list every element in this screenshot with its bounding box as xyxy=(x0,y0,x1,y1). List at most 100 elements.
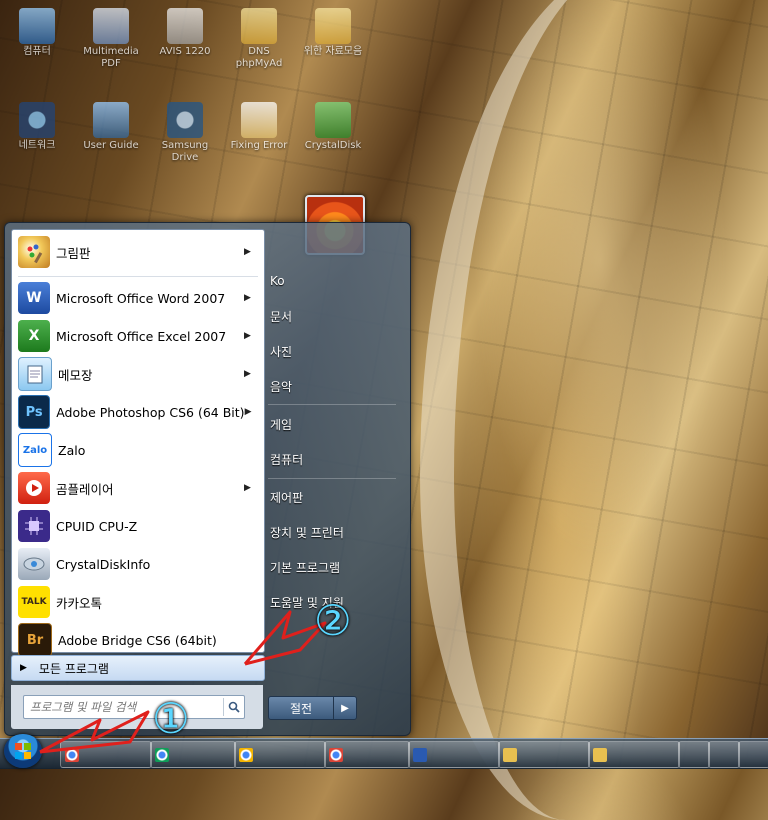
desktop-icon-avis[interactable]: AVIS 1220 xyxy=(150,8,220,58)
right-item-control-panel[interactable]: 제어판 xyxy=(266,482,405,512)
all-programs-label: 모든 프로그램 xyxy=(38,661,109,676)
folder-icon xyxy=(315,8,351,44)
program-label: 메모장 xyxy=(58,367,93,383)
program-label: CrystalDiskInfo xyxy=(56,556,151,572)
folder-icon xyxy=(503,747,517,762)
search-input[interactable] xyxy=(24,699,223,715)
desktop-icon-network[interactable]: 네트워크 xyxy=(2,102,72,152)
chrome-icon xyxy=(239,747,253,762)
desktop-icon-crystaldisk[interactable]: CrystalDisk xyxy=(298,102,368,152)
right-item-music[interactable]: 음악 xyxy=(266,371,405,401)
right-item-label: 기본 프로그램 xyxy=(270,560,341,575)
right-item-pictures[interactable]: 사진 xyxy=(266,336,405,366)
desktop-icon-label: CrystalDisk xyxy=(304,140,362,151)
program-label: Adobe Bridge CS6 (64bit) xyxy=(58,632,217,648)
program-item-paint[interactable]: 그림판 ▶ xyxy=(14,234,260,270)
excel-icon: X xyxy=(18,320,50,352)
program-list: 그림판 ▶ W Microsoft Office Word 2007 ▶ X M… xyxy=(11,229,265,657)
right-item-label: 게임 xyxy=(270,417,293,432)
taskbar-button-misc-3[interactable] xyxy=(738,741,768,768)
desktop-icon-label: AVIS 1220 xyxy=(159,46,211,57)
taskbar-button-app[interactable] xyxy=(408,741,500,768)
desktop-icon-userguide[interactable]: User Guide xyxy=(76,102,146,152)
crystaldiskinfo-icon xyxy=(315,102,351,138)
search-box[interactable] xyxy=(23,695,245,719)
all-programs-button[interactable]: ▶ 모든 프로그램 xyxy=(11,655,265,681)
submenu-arrow-icon[interactable]: ▶ xyxy=(244,369,254,379)
program-item-gomplayer[interactable]: 곰플레이어 ▶ xyxy=(14,470,260,506)
sleep-button-label: 절전 xyxy=(289,701,313,716)
taskbar-button-chrome-2[interactable] xyxy=(150,741,236,768)
desktop-icon-label: 위한 자료모음 xyxy=(303,46,363,57)
desktop-icon-samsung[interactable]: Samsung Drive xyxy=(150,102,220,164)
cpuz-icon xyxy=(18,510,50,542)
chrome-icon xyxy=(155,747,169,762)
photoshop-icon: Ps xyxy=(18,395,51,429)
taskbar-button-explorer[interactable] xyxy=(498,741,590,768)
desktop-icon-multimedia[interactable]: Multimedia PDF xyxy=(76,8,146,70)
desktop-icon-folder[interactable]: 위한 자료모음 xyxy=(298,8,368,58)
program-label: Microsoft Office Excel 2007 xyxy=(56,328,227,344)
right-item-games[interactable]: 게임 xyxy=(266,409,405,439)
taskbar-button-chrome-4[interactable] xyxy=(324,741,410,768)
program-item-word[interactable]: W Microsoft Office Word 2007 ▶ xyxy=(14,280,260,316)
power-options-arrow-icon[interactable]: ▶ xyxy=(333,696,357,720)
program-label: Microsoft Office Word 2007 xyxy=(56,290,226,306)
paint-icon xyxy=(18,236,50,268)
program-item-bridge[interactable]: Br Adobe Bridge CS6 (64bit) xyxy=(14,622,260,658)
program-item-crystaldiskinfo[interactable]: CrystalDiskInfo xyxy=(14,546,260,582)
desktop-icon-fixing[interactable]: Fixing Error xyxy=(224,102,294,152)
desktop-icon-computer[interactable]: 컴퓨터 xyxy=(2,8,72,58)
taskbar-button-misc-1[interactable] xyxy=(678,741,710,768)
app-icon xyxy=(413,747,427,762)
program-label: Zalo xyxy=(58,442,86,458)
document-icon xyxy=(241,102,277,138)
program-item-kakaotalk[interactable]: TALK 카카오톡 xyxy=(14,584,260,620)
desktop-icon-label: Fixing Error xyxy=(230,140,288,151)
windows-logo-icon xyxy=(15,743,31,759)
notepad-icon xyxy=(18,357,52,391)
submenu-arrow-icon[interactable]: ▶ xyxy=(245,407,254,417)
submenu-arrow-icon[interactable]: ▶ xyxy=(244,483,254,493)
desktop-icon-label: DNS phpMyAd xyxy=(235,46,283,69)
right-item-label: 제어판 xyxy=(270,490,304,505)
submenu-arrow-icon[interactable]: ▶ xyxy=(244,293,254,303)
right-item-help-support[interactable]: 도움말 및 지원 xyxy=(266,587,405,617)
right-item-user[interactable]: Ko xyxy=(266,266,405,296)
taskbar-button-folder[interactable] xyxy=(588,741,680,768)
taskbar-button-chrome-3[interactable] xyxy=(234,741,326,768)
desktop-icon-dns[interactable]: DNS phpMyAd xyxy=(224,8,294,70)
bridge-icon: Br xyxy=(18,623,52,657)
right-item-label: Ko xyxy=(270,274,285,288)
right-item-devices-printers[interactable]: 장치 및 프린터 xyxy=(266,517,405,547)
search-area xyxy=(11,685,263,729)
program-item-photoshop[interactable]: Ps Adobe Photoshop CS6 (64 Bit) ▶ xyxy=(14,394,260,430)
wallpaper-curve xyxy=(420,0,768,820)
submenu-arrow-icon[interactable]: ▶ xyxy=(244,247,254,257)
right-item-documents[interactable]: 문서 xyxy=(266,301,405,331)
document-icon xyxy=(167,8,203,44)
desktop-icon-label: Multimedia PDF xyxy=(83,46,139,69)
taskbar-button-misc-2[interactable] xyxy=(708,741,740,768)
program-label: 그림판 xyxy=(56,245,91,261)
program-item-zalo[interactable]: Zalo Zalo xyxy=(14,432,260,468)
program-item-notepad[interactable]: 메모장 ▶ xyxy=(14,356,260,392)
search-icon[interactable] xyxy=(223,698,244,716)
submenu-arrow-icon[interactable]: ▶ xyxy=(244,331,254,341)
chrome-icon xyxy=(329,747,343,762)
right-item-label: 사진 xyxy=(270,344,293,359)
right-item-label: 문서 xyxy=(270,309,293,324)
program-label: 곰플레이어 xyxy=(56,481,114,497)
right-item-computer[interactable]: 컴퓨터 xyxy=(266,444,405,474)
computer-icon xyxy=(19,8,55,44)
program-item-cpuz[interactable]: CPUID CPU-Z xyxy=(14,508,260,544)
program-item-excel[interactable]: X Microsoft Office Excel 2007 ▶ xyxy=(14,318,260,354)
start-button[interactable] xyxy=(4,734,42,768)
taskbar-button-chrome[interactable] xyxy=(60,741,152,768)
folder-icon xyxy=(241,8,277,44)
gomplayer-icon xyxy=(18,472,50,504)
sleep-button[interactable]: 절전 xyxy=(268,696,334,720)
crystaldiskinfo-icon xyxy=(18,548,50,580)
desktop-icon-label: 네트워크 xyxy=(18,140,56,151)
right-item-default-programs[interactable]: 기본 프로그램 xyxy=(266,552,405,582)
